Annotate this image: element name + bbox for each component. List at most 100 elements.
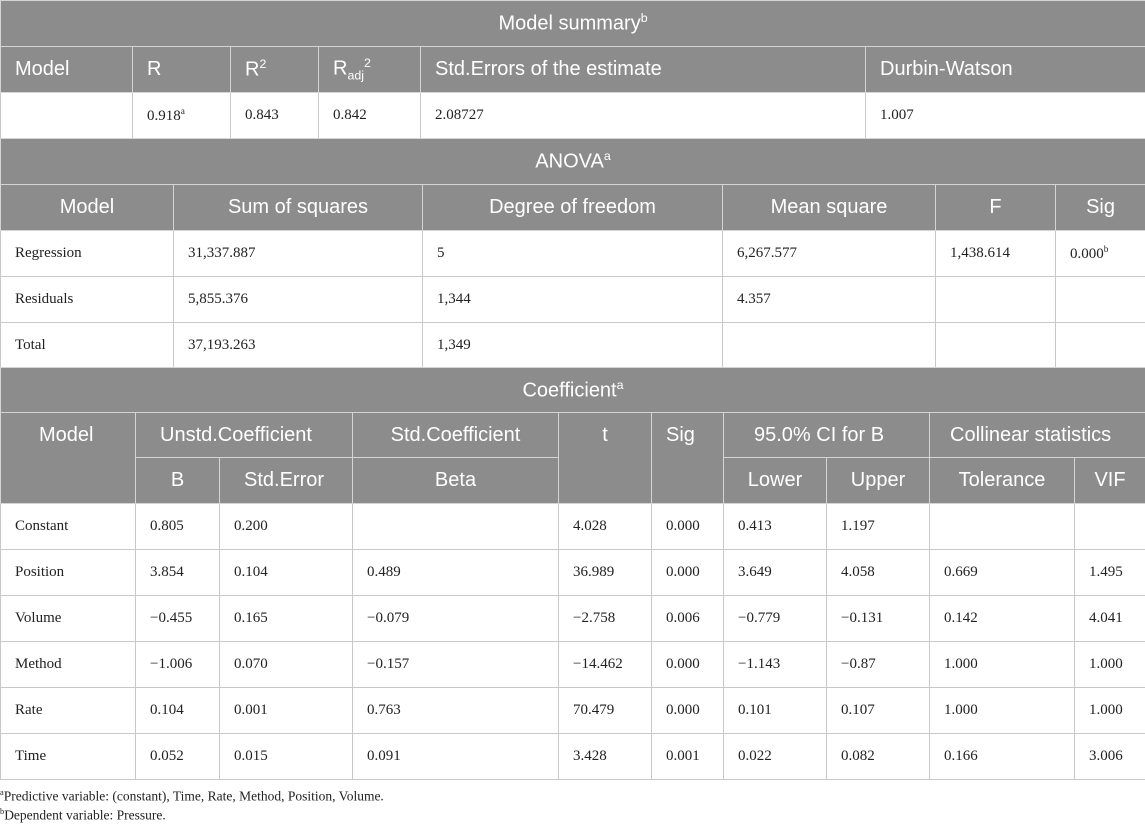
coef-cell-std-error: 0.070	[219, 641, 353, 688]
coef-header-t: t	[558, 412, 652, 504]
coef-header-model: Model	[0, 412, 136, 504]
coef-header-lower: Lower	[723, 457, 827, 504]
coef-cell-model: Method	[0, 641, 136, 688]
coef-cell-lower: −1.143	[723, 641, 827, 688]
coef-cell-vif: 1.000	[1073, 641, 1145, 688]
cell-std-error-estimate: 2.08727	[420, 92, 866, 139]
coef-cell-lower: −0.779	[723, 595, 827, 642]
anova-cell-f	[935, 276, 1056, 323]
coef-cell-b: −1.006	[135, 641, 220, 688]
coef-cell-std-error: 0.015	[219, 733, 353, 780]
coef-cell-beta: −0.079	[352, 595, 559, 642]
coef-header-std-error: Std.Error	[219, 457, 353, 504]
anova-cell-model: Regression	[0, 230, 174, 277]
footnote-b: bDependent variable: Pressure.	[0, 807, 166, 823]
anova-cell-model: Residuals	[0, 276, 174, 323]
anova-cell-sig: 0.000b	[1054, 230, 1145, 277]
coef-cell-b: 3.854	[135, 549, 220, 596]
header-model: Model	[0, 46, 133, 93]
coef-cell-b: 0.805	[135, 503, 220, 550]
coef-cell-vif: 4.041	[1073, 595, 1145, 642]
cell-r-adjusted: 0.842	[318, 92, 421, 139]
coef-cell-t: 70.479	[558, 687, 652, 734]
table-row: Constant 0.805 0.200 4.028 0.000 0.413 1…	[0, 503, 1145, 550]
coef-cell-lower: 0.022	[723, 733, 827, 780]
coef-cell-vif: 1.495	[1073, 549, 1145, 596]
coef-cell-tolerance	[929, 503, 1075, 550]
coef-cell-model: Rate	[0, 687, 136, 734]
coef-header-unstd-coefficient: Unstd.Coefficient	[135, 412, 353, 458]
anova-header-f: F	[935, 184, 1056, 231]
table-row: Method −1.006 0.070 −0.157 −14.462 0.000…	[0, 641, 1145, 688]
coef-header-tolerance: Tolerance	[929, 457, 1075, 504]
coef-cell-tolerance: 1.000	[929, 641, 1075, 688]
coef-header-std-coefficient: Std.Coefficient	[352, 412, 559, 458]
coef-cell-model: Volume	[0, 595, 136, 642]
coef-header-b: B	[135, 457, 220, 504]
coef-cell-tolerance: 0.669	[929, 549, 1075, 596]
coef-header-collinear: Collinear statistics	[928, 412, 1145, 458]
coef-header-ci: 95.0% CI for B	[723, 412, 930, 458]
table-row: Position 3.854 0.104 0.489 36.989 0.000 …	[0, 549, 1145, 596]
model-summary-title: Model summaryb	[0, 0, 1145, 47]
coef-cell-upper: 0.107	[826, 687, 930, 734]
coef-cell-upper: −0.131	[826, 595, 930, 642]
coef-cell-sig: 0.006	[651, 595, 724, 642]
anova-header-model: Model	[0, 184, 174, 231]
coef-cell-upper: 4.058	[826, 549, 930, 596]
coef-cell-std-error: 0.200	[219, 503, 353, 550]
header-std-error-estimate: Std.Errors of the estimate	[420, 46, 866, 93]
coef-cell-upper: −0.87	[826, 641, 930, 688]
cell-r: 0.918a	[132, 92, 231, 139]
coef-cell-b: 0.052	[135, 733, 220, 780]
coef-cell-sig: 0.000	[651, 549, 724, 596]
coef-cell-sig: 0.000	[651, 641, 724, 688]
coef-cell-std-error: 0.104	[219, 549, 353, 596]
coef-cell-upper: 1.197	[826, 503, 930, 550]
coef-cell-b: −0.455	[135, 595, 220, 642]
anova-cell-ss: 37,193.263	[173, 322, 423, 369]
anova-table: ANOVAa Model Sum of squares Degree of fr…	[0, 138, 1145, 369]
coef-cell-t: 3.428	[558, 733, 652, 780]
anova-cell-model: Total	[0, 322, 174, 369]
coef-cell-lower: 0.101	[723, 687, 827, 734]
coef-header-vif: VIF	[1073, 457, 1145, 504]
coef-cell-sig: 0.001	[651, 733, 724, 780]
header-r-adjusted-squared: Radj2	[318, 46, 421, 93]
coef-cell-tolerance: 1.000	[929, 687, 1075, 734]
cell-durbin-watson: 1.007	[864, 92, 1145, 139]
coefficient-title: Coefficienta	[0, 367, 1145, 413]
anova-cell-ms: 6,267.577	[722, 230, 936, 277]
anova-cell-f: 1,438.614	[935, 230, 1056, 277]
coef-header-sig: Sig	[651, 412, 724, 504]
table-row: Total 37,193.263 1,349	[0, 322, 1145, 369]
coef-cell-lower: 3.649	[723, 549, 827, 596]
coef-cell-b: 0.104	[135, 687, 220, 734]
model-summary-table: Model summaryb Model R R2 Radj2 Std.Erro…	[0, 0, 1145, 139]
anova-cell-ss: 5,855.376	[173, 276, 423, 323]
coef-cell-lower: 0.413	[723, 503, 827, 550]
footnote-a: aPredictive variable: (constant), Time, …	[0, 788, 384, 804]
anova-cell-sig	[1054, 276, 1145, 323]
anova-title: ANOVAa	[0, 138, 1145, 185]
coef-cell-sig: 0.000	[651, 687, 724, 734]
anova-cell-ms	[722, 322, 936, 369]
anova-cell-df: 1,344	[422, 276, 723, 323]
coefficient-table: Coefficienta Model Unstd.Coefficient Std…	[0, 367, 1145, 780]
coef-cell-upper: 0.082	[826, 733, 930, 780]
coef-cell-t: 36.989	[558, 549, 652, 596]
coef-cell-beta: 0.091	[352, 733, 559, 780]
coef-cell-std-error: 0.001	[219, 687, 353, 734]
anova-cell-df: 1,349	[422, 322, 723, 369]
cell-model	[0, 92, 133, 139]
coef-header-beta: Beta	[352, 457, 559, 504]
anova-header-degree-of-freedom: Degree of freedom	[422, 184, 723, 231]
coef-cell-tolerance: 0.142	[929, 595, 1075, 642]
coef-cell-beta: −0.157	[352, 641, 559, 688]
anova-cell-df: 5	[422, 230, 723, 277]
table-row: Residuals 5,855.376 1,344 4.357	[0, 276, 1145, 323]
coef-cell-vif	[1073, 503, 1145, 550]
coef-cell-tolerance: 0.166	[929, 733, 1075, 780]
coef-cell-vif: 1.000	[1073, 687, 1145, 734]
coef-cell-beta: 0.763	[352, 687, 559, 734]
